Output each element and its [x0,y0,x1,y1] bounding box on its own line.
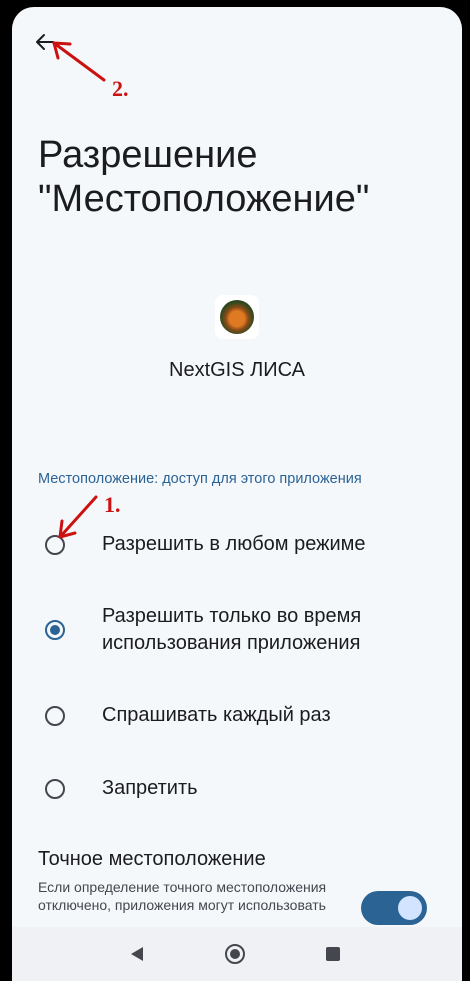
device-frame: Разрешение "Местоположение" NextGIS ЛИСА… [0,0,470,981]
annotation-step-2: 2. [112,76,129,101]
annotation-arrow-2 [52,41,106,539]
annotation-step-1: 1. [104,492,121,517]
